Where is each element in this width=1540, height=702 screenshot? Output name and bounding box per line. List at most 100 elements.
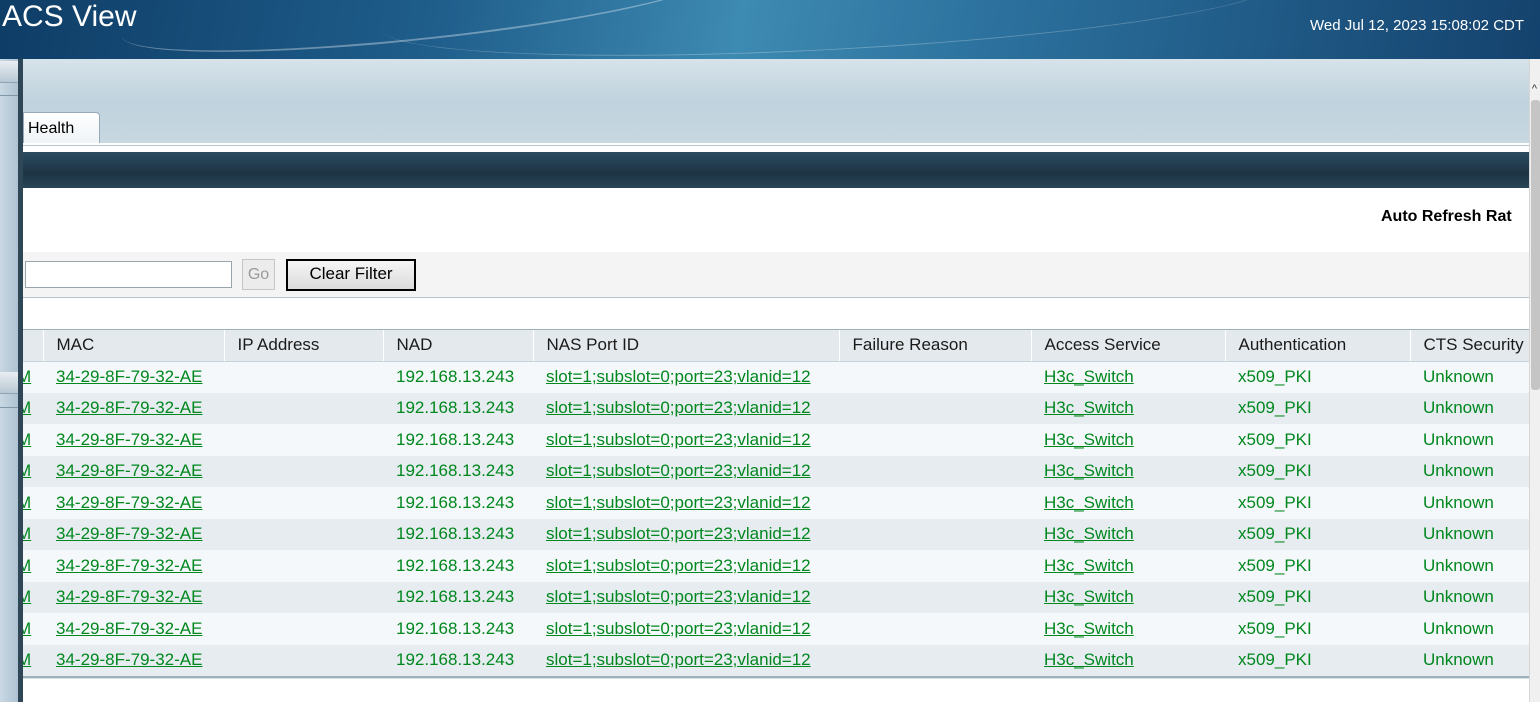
username-cell: M <box>23 550 43 582</box>
column-header[interactable] <box>23 330 44 362</box>
ip-address-cell <box>224 613 383 645</box>
nas-port-id-link[interactable]: slot=1;subslot=0;port=23;vlanid=12 <box>546 461 811 480</box>
mac-link[interactable]: 34-29-8F-79-32-AE <box>56 398 202 417</box>
mac-link[interactable]: 34-29-8F-79-32-AE <box>56 367 202 386</box>
column-header-nas-port-id[interactable]: NAS Port ID <box>533 330 840 362</box>
authentication-cell: x509_PKI <box>1225 392 1410 424</box>
ip-address-cell <box>224 518 383 550</box>
username-cell: M <box>23 487 43 519</box>
access-service-link[interactable]: H3c_Switch <box>1044 650 1134 669</box>
access-service-link[interactable]: H3c_Switch <box>1044 367 1134 386</box>
clear-filter-button[interactable]: Clear Filter <box>286 259 416 291</box>
nad-cell: 192.168.13.243 <box>383 487 533 519</box>
nas-port-id-link[interactable]: slot=1;subslot=0;port=23;vlanid=12 <box>546 398 811 417</box>
nad-cell: 192.168.13.243 <box>383 455 533 487</box>
column-header-failure-reason[interactable]: Failure Reason <box>839 330 1032 362</box>
failure-reason-cell <box>839 424 1031 456</box>
sessions-table: MAC IP Address NAD NAS Port ID Failure R… <box>23 329 1529 679</box>
table-footer-border <box>23 676 1529 679</box>
cts-security-cell: Unknown <box>1410 613 1529 645</box>
column-header-cts-security[interactable]: CTS Security <box>1410 330 1529 362</box>
mac-cell: 34-29-8F-79-32-AE <box>43 392 224 424</box>
table-row[interactable]: M 34-29-8F-79-32-AE 192.168.13.243 slot=1;s… <box>23 581 1529 613</box>
mac-link[interactable]: 34-29-8F-79-32-AE <box>56 493 202 512</box>
access-service-link[interactable]: H3c_Switch <box>1044 524 1134 543</box>
table-row[interactable]: M 34-29-8F-79-32-AE 192.168.13.243 slot=1;s… <box>23 487 1529 519</box>
access-service-link[interactable]: H3c_Switch <box>1044 461 1134 480</box>
access-service-link[interactable]: H3c_Switch <box>1044 398 1134 417</box>
access-service-link[interactable]: H3c_Switch <box>1044 556 1134 575</box>
go-button[interactable]: Go <box>242 259 275 290</box>
column-header-nad[interactable]: NAD <box>383 330 534 362</box>
mac-link[interactable]: 34-29-8F-79-32-AE <box>56 650 202 669</box>
username-link[interactable]: M <box>23 398 31 417</box>
nas-port-id-link[interactable]: slot=1;subslot=0;port=23;vlanid=12 <box>546 619 811 638</box>
rail-button[interactable] <box>0 61 18 83</box>
username-link[interactable]: M <box>23 461 31 480</box>
username-link[interactable]: M <box>23 367 31 386</box>
table-row[interactable]: M 34-29-8F-79-32-AE 192.168.13.243 slot=1;s… <box>23 424 1529 456</box>
table-row[interactable]: M 34-29-8F-79-32-AE 192.168.13.243 slot=1;s… <box>23 518 1529 550</box>
mac-link[interactable]: 34-29-8F-79-32-AE <box>56 556 202 575</box>
username-link[interactable]: M <box>23 650 31 669</box>
rail-button[interactable] <box>0 372 18 394</box>
nad-cell: 192.168.13.243 <box>383 613 533 645</box>
failure-reason-cell <box>839 361 1031 393</box>
table-row[interactable]: M 34-29-8F-79-32-AE 192.168.13.243 slot=1;s… <box>23 392 1529 424</box>
ip-address-cell <box>224 361 383 393</box>
username-link[interactable]: M <box>23 587 31 606</box>
mac-link[interactable]: 34-29-8F-79-32-AE <box>56 461 202 480</box>
tab-health[interactable]: Health <box>23 112 100 144</box>
username-link[interactable]: M <box>23 430 31 449</box>
mac-link[interactable]: 34-29-8F-79-32-AE <box>56 430 202 449</box>
access-service-link[interactable]: H3c_Switch <box>1044 430 1134 449</box>
scrollbar-thumb[interactable] <box>1531 100 1540 390</box>
cts-security-cell: Unknown <box>1410 518 1529 550</box>
username-cell: M <box>23 361 43 393</box>
mac-link[interactable]: 34-29-8F-79-32-AE <box>56 524 202 543</box>
access-service-link[interactable]: H3c_Switch <box>1044 587 1134 606</box>
nas-port-id-link[interactable]: slot=1;subslot=0;port=23;vlanid=12 <box>546 650 811 669</box>
chevron-up-icon[interactable]: ^ <box>1529 80 1540 98</box>
mac-cell: 34-29-8F-79-32-AE <box>43 455 224 487</box>
username-link[interactable]: M <box>23 619 31 638</box>
username-link[interactable]: M <box>23 556 31 575</box>
username-cell: M <box>23 644 43 676</box>
mac-cell: 34-29-8F-79-32-AE <box>43 487 224 519</box>
access-service-cell: H3c_Switch <box>1031 581 1225 613</box>
filter-input[interactable] <box>25 261 232 288</box>
ip-address-cell <box>224 487 383 519</box>
auto-refresh-label: Auto Refresh Rat <box>1381 208 1512 225</box>
tab-area <box>23 59 1529 144</box>
table-row[interactable]: M 34-29-8F-79-32-AE 192.168.13.243 slot=1;s… <box>23 550 1529 582</box>
mac-link[interactable]: 34-29-8F-79-32-AE <box>56 619 202 638</box>
username-cell: M <box>23 392 43 424</box>
access-service-link[interactable]: H3c_Switch <box>1044 493 1134 512</box>
nas-port-id-link[interactable]: slot=1;subslot=0;port=23;vlanid=12 <box>546 524 811 543</box>
column-header-access-service[interactable]: Access Service <box>1031 330 1226 362</box>
table-row[interactable]: M 34-29-8F-79-32-AE 192.168.13.243 slot=1;s… <box>23 613 1529 645</box>
table-row[interactable]: M 34-29-8F-79-32-AE 192.168.13.243 slot=1;s… <box>23 455 1529 487</box>
column-header-ip-address[interactable]: IP Address <box>224 330 384 362</box>
nas-port-id-link[interactable]: slot=1;subslot=0;port=23;vlanid=12 <box>546 556 811 575</box>
nas-port-id-link[interactable]: slot=1;subslot=0;port=23;vlanid=12 <box>546 587 811 606</box>
authentication-cell: x509_PKI <box>1225 518 1410 550</box>
username-link[interactable]: M <box>23 493 31 512</box>
mac-link[interactable]: 34-29-8F-79-32-AE <box>56 587 202 606</box>
access-service-link[interactable]: H3c_Switch <box>1044 619 1134 638</box>
table-row[interactable]: M 34-29-8F-79-32-AE 192.168.13.243 slot=1;s… <box>23 361 1529 393</box>
authentication-cell: x509_PKI <box>1225 613 1410 645</box>
cts-security-cell: Unknown <box>1410 455 1529 487</box>
nas-port-id-link[interactable]: slot=1;subslot=0;port=23;vlanid=12 <box>546 367 811 386</box>
username-link[interactable]: M <box>23 524 31 543</box>
nas-port-id-link[interactable]: slot=1;subslot=0;port=23;vlanid=12 <box>546 430 811 449</box>
cts-security-cell: Unknown <box>1410 550 1529 582</box>
grip-icon[interactable]: ⁝ ⁝ <box>17 417 22 448</box>
username-cell: M <box>23 613 43 645</box>
column-header-mac[interactable]: MAC <box>43 330 225 362</box>
nas-port-id-link[interactable]: slot=1;subslot=0;port=23;vlanid=12 <box>546 493 811 512</box>
failure-reason-cell <box>839 581 1031 613</box>
table-row[interactable]: M 34-29-8F-79-32-AE 192.168.13.243 slot=1;s… <box>23 644 1529 676</box>
column-header-authentication[interactable]: Authentication <box>1225 330 1411 362</box>
mac-cell: 34-29-8F-79-32-AE <box>43 518 224 550</box>
